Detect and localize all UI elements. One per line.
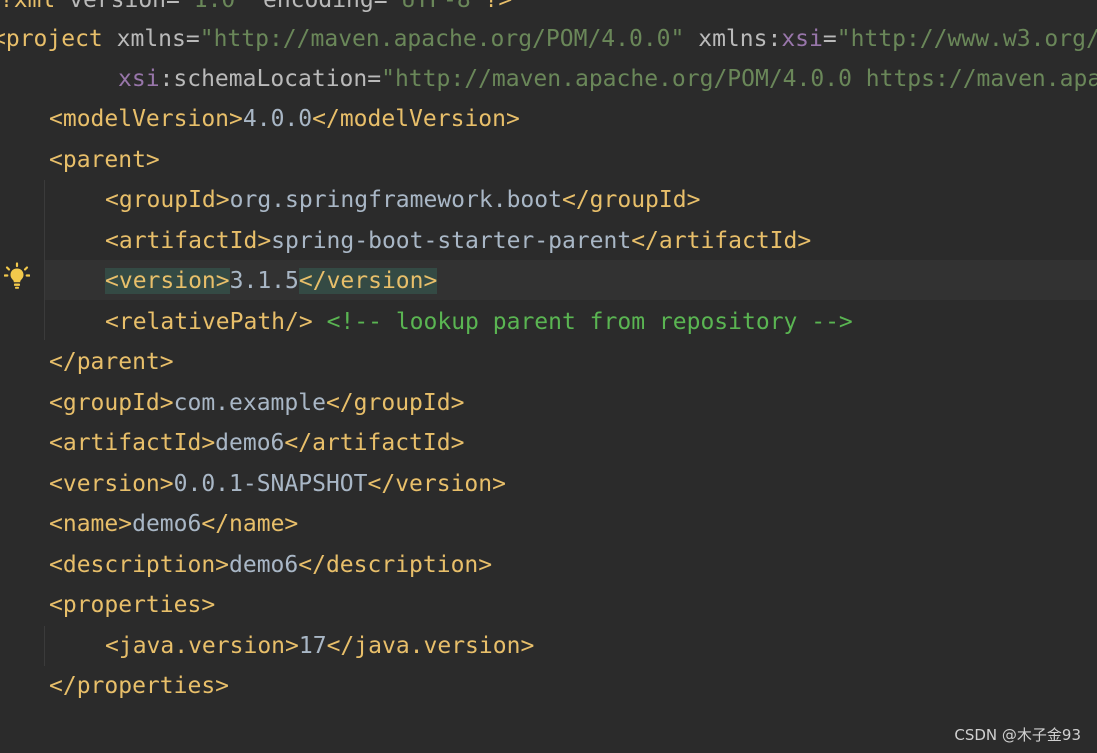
- parent-artifact-id-text: spring-boot-starter-parent: [271, 228, 632, 254]
- xsi-namespace: xsi: [781, 26, 823, 52]
- parent-version-close: </version>: [298, 268, 438, 294]
- group-id-open: <groupId>: [49, 390, 174, 416]
- version-open: <version>: [49, 471, 174, 497]
- xml-declaration-line[interactable]: <?xml version="1.0" encoding="UTF-8"?>: [0, 0, 512, 20]
- parent-artifact-id-close: </artifactId>: [631, 228, 812, 254]
- parent-artifact-id-line[interactable]: <artifactId>spring-boot-starter-parent</…: [105, 221, 811, 261]
- code-editor[interactable]: <?xml version="1.0" encoding="UTF-8"?> <…: [0, 0, 1097, 753]
- project-line[interactable]: <project xmlns="http://maven.apache.org/…: [0, 19, 1097, 59]
- parent-open-line[interactable]: <parent>: [49, 140, 160, 180]
- xsi-equals: =: [822, 26, 837, 52]
- relative-path-tag: <relativePath/>: [105, 309, 313, 335]
- parent-version-text: 3.1.5: [229, 268, 299, 294]
- properties-open-line[interactable]: <properties>: [49, 585, 215, 625]
- decl-encoding-attr: encoding=: [249, 0, 388, 13]
- parent-artifact-id-open: <artifactId>: [105, 228, 272, 254]
- name-close: </name>: [201, 511, 299, 537]
- schema-location-attr: :schemaLocation=: [159, 66, 382, 92]
- group-id-close: </groupId>: [325, 390, 465, 416]
- version-line[interactable]: <version>0.0.1-SNAPSHOT</version>: [49, 464, 506, 504]
- parent-close-line[interactable]: </parent>: [49, 342, 174, 382]
- description-open: <description>: [49, 552, 230, 578]
- model-version-close: </modelVersion>: [312, 106, 520, 132]
- schema-xsi-namespace: xsi: [118, 66, 160, 92]
- group-id-line[interactable]: <groupId>com.example</groupId>: [49, 383, 464, 423]
- project-open-tag: <project: [0, 26, 103, 52]
- version-text: 0.0.1-SNAPSHOT: [173, 471, 368, 497]
- schema-location-line[interactable]: xsi:schemaLocation="http://maven.apache.…: [118, 59, 1097, 99]
- schema-location-value: "http://maven.apache.org/POM/4.0.0 https…: [381, 66, 1097, 92]
- xmlns-attr: xmlns=: [102, 26, 200, 52]
- decl-close: ?>: [484, 0, 513, 13]
- relative-path-line[interactable]: <relativePath/> <!-- lookup parent from …: [105, 302, 853, 342]
- indent-guide-parent: [44, 180, 45, 340]
- artifact-id-line[interactable]: <artifactId>demo6</artifactId>: [49, 423, 464, 463]
- java-version-text: 17: [298, 633, 327, 659]
- decl-version-attr: version=: [55, 0, 180, 13]
- parent-group-id-text: org.springframework.boot: [229, 187, 562, 213]
- parent-group-id-line[interactable]: <groupId>org.springframework.boot</group…: [105, 180, 700, 220]
- name-text: demo6: [132, 511, 202, 537]
- csdn-watermark: CSDN @木子金93: [954, 726, 1081, 744]
- artifact-id-close: </artifactId>: [284, 430, 465, 456]
- xmlns-xsi-prefix: xmlns:: [684, 26, 782, 52]
- description-text: demo6: [229, 552, 299, 578]
- parent-version-open: <version>: [105, 268, 230, 294]
- properties-close-line[interactable]: </properties>: [49, 666, 229, 706]
- model-version-open: <modelVersion>: [49, 106, 243, 132]
- version-close: </version>: [367, 471, 506, 497]
- java-version-line[interactable]: <java.version>17</java.version>: [105, 626, 534, 666]
- xmlns-value: "http://maven.apache.org/POM/4.0.0": [199, 26, 685, 52]
- decl-encoding-value: "UTF-8": [387, 0, 485, 13]
- relative-path-space: [313, 309, 327, 335]
- name-line[interactable]: <name>demo6</name>: [49, 504, 298, 544]
- artifact-id-text: demo6: [215, 430, 285, 456]
- parent-group-id-close: </groupId>: [561, 187, 701, 213]
- model-version-line[interactable]: <modelVersion>4.0.0</modelVersion>: [49, 99, 520, 139]
- decl-version-value: "1.0": [179, 0, 250, 13]
- artifact-id-open: <artifactId>: [49, 430, 216, 456]
- description-line[interactable]: <description>demo6</description>: [49, 545, 492, 585]
- lightbulb-icon[interactable]: [4, 262, 30, 290]
- group-id-text: com.example: [173, 390, 326, 416]
- indent-guide-properties: [44, 626, 45, 666]
- decl-open: <?: [0, 0, 14, 13]
- properties-close-tag: </properties>: [49, 673, 230, 699]
- parent-version-line[interactable]: <version>3.1.5</version>: [105, 261, 438, 301]
- relative-path-comment: <!-- lookup parent from repository -->: [326, 309, 853, 335]
- xsi-value: "http://www.w3.org/2001/XMLSchema-instan…: [836, 26, 1097, 52]
- model-version-text: 4.0.0: [242, 106, 313, 132]
- parent-open-tag: <parent>: [49, 147, 160, 173]
- description-close: </description>: [298, 552, 493, 578]
- parent-group-id-open: <groupId>: [105, 187, 230, 213]
- decl-tag: xml: [13, 0, 56, 13]
- java-version-close: </java.version>: [326, 633, 535, 659]
- name-open: <name>: [49, 511, 133, 537]
- parent-close-tag: </parent>: [49, 349, 174, 375]
- java-version-open: <java.version>: [105, 633, 299, 659]
- properties-open-tag: <properties>: [49, 592, 216, 618]
